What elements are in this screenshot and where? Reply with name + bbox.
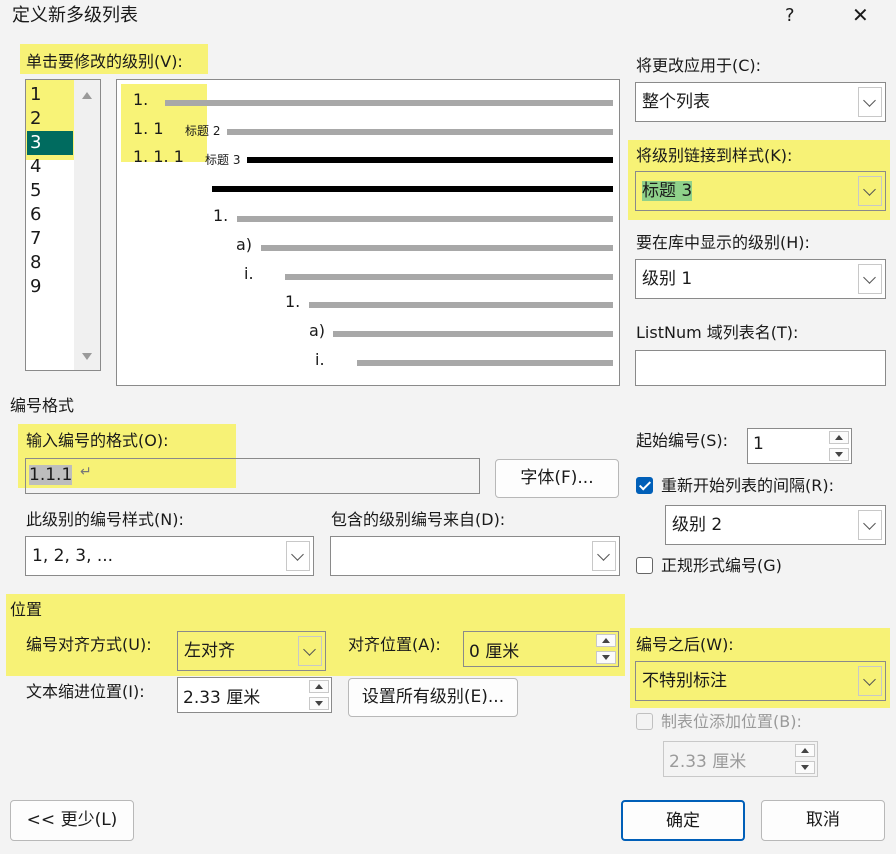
preview-number: i.	[244, 264, 254, 283]
indent-label: 文本缩进位置(I):	[26, 682, 145, 701]
apply-to-label: 将更改应用于(C):	[636, 56, 762, 75]
chevron-down-icon[interactable]	[858, 666, 882, 696]
spin-down-icon[interactable]	[596, 651, 616, 664]
format-label: 输入编号的格式(O):	[26, 431, 169, 450]
gallery-level-label: 要在库中显示的级别(H):	[636, 233, 810, 252]
level-item[interactable]: 5	[30, 179, 41, 203]
number-style-select[interactable]: 1, 2, 3, ...	[25, 536, 314, 576]
link-style-label: 将级别链接到样式(K):	[636, 146, 793, 165]
chevron-down-icon[interactable]	[858, 510, 882, 540]
align-at-spinner[interactable]: 0 厘米	[463, 631, 619, 667]
help-icon[interactable]: ?	[785, 6, 795, 26]
preview-style: 标题 2	[185, 124, 221, 138]
preview-number: i.	[315, 350, 325, 369]
align-at-label: 对齐位置(A):	[348, 635, 441, 654]
chevron-down-icon[interactable]	[858, 87, 882, 117]
preview-line-selected	[212, 186, 613, 192]
number-style-label: 此级别的编号样式(N):	[26, 510, 184, 529]
level-item[interactable]: 7	[30, 227, 41, 251]
preview-number: 1.	[213, 206, 229, 225]
preview-line	[357, 360, 613, 366]
level-scrollbar[interactable]	[74, 80, 100, 370]
preview-number: a)	[236, 235, 253, 254]
preview-number: 1.	[133, 90, 149, 109]
align-label: 编号对齐方式(U):	[26, 635, 152, 654]
listnum-label: ListNum 域列表名(T):	[636, 323, 799, 342]
spin-up-icon[interactable]	[795, 744, 815, 757]
preview-number: 1. 1. 1	[133, 147, 184, 166]
spin-down-icon[interactable]	[309, 697, 329, 710]
level-item[interactable]: 2	[30, 107, 41, 131]
chevron-down-icon[interactable]	[298, 636, 322, 666]
spin-up-icon[interactable]	[829, 431, 849, 444]
preview-line-selected	[247, 157, 613, 163]
spin-down-icon[interactable]	[829, 448, 849, 461]
less-button[interactable]: << 更少(L)	[10, 800, 134, 841]
set-all-levels-button[interactable]: 设置所有级别(E)...	[348, 678, 518, 717]
restart-checkbox[interactable]	[636, 477, 653, 494]
chevron-down-icon[interactable]	[286, 541, 310, 571]
preview-number: 1. 1	[133, 119, 164, 138]
start-at-label: 起始编号(S):	[636, 431, 729, 450]
preview-line	[165, 100, 613, 106]
close-icon[interactable]: ✕	[852, 5, 869, 25]
chevron-down-icon[interactable]	[858, 176, 882, 206]
tab-stop-label: 制表位添加位置(B):	[661, 712, 802, 731]
format-input[interactable]: 1.1.1 ↵	[25, 458, 480, 494]
level-item-selected[interactable]: 3	[30, 131, 41, 155]
follow-label: 编号之后(W):	[636, 635, 734, 654]
preview-line	[261, 245, 613, 251]
follow-select[interactable]: 不特别标注	[635, 661, 886, 701]
level-list-label: 单击要修改的级别(V):	[26, 52, 183, 71]
preview-pane: 1. 1. 1 标题 2 1. 1. 1 标题 3 1. a) i. 1. a)…	[116, 79, 620, 386]
gallery-level-select[interactable]: 级别 1	[635, 259, 886, 299]
apply-to-select[interactable]: 整个列表	[635, 82, 886, 122]
preview-number: 1.	[285, 292, 301, 311]
scroll-down-icon[interactable]	[82, 353, 92, 360]
level-listbox[interactable]: 1 2 3 4 5 6 7 8 9	[25, 79, 101, 371]
start-at-spinner[interactable]: 1	[747, 428, 852, 464]
indent-spinner[interactable]: 2.33 厘米	[177, 677, 332, 713]
spin-down-icon[interactable]	[795, 761, 815, 774]
preview-line	[333, 331, 613, 337]
preview-style: 标题 3	[205, 153, 241, 167]
restart-level-select[interactable]: 级别 2	[665, 505, 886, 545]
cancel-button[interactable]: 取消	[761, 800, 885, 841]
spin-up-icon[interactable]	[596, 634, 616, 647]
include-level-select[interactable]	[330, 536, 620, 576]
font-button[interactable]: 字体(F)...	[495, 459, 619, 498]
listnum-input[interactable]	[635, 350, 886, 386]
preview-line	[237, 216, 613, 222]
paragraph-mark-icon: ↵	[80, 464, 92, 480]
level-item[interactable]: 4	[30, 155, 41, 179]
level-item[interactable]: 1	[30, 83, 41, 107]
preview-number: a)	[309, 321, 326, 340]
legal-style-label: 正规形式编号(G)	[661, 556, 782, 575]
preview-line	[227, 129, 613, 135]
spin-up-icon[interactable]	[309, 680, 329, 693]
dialog-title: 定义新多级列表	[12, 5, 138, 26]
chevron-down-icon[interactable]	[592, 541, 616, 571]
preview-line	[285, 274, 613, 280]
scroll-up-icon[interactable]	[82, 92, 92, 99]
preview-line	[309, 302, 613, 308]
align-select[interactable]: 左对齐	[177, 631, 326, 671]
link-style-select[interactable]: 标题 3	[635, 171, 886, 211]
section-position: 位置	[10, 600, 43, 619]
ok-button[interactable]: 确定	[621, 800, 745, 841]
define-multilevel-list-dialog: 定义新多级列表 ? ✕ 单击要修改的级别(V): 1 2 3 4 5 6 7 8…	[0, 0, 896, 854]
include-level-label: 包含的级别编号来自(D):	[331, 510, 506, 529]
legal-style-checkbox[interactable]	[636, 557, 653, 574]
tab-stop-checkbox[interactable]	[636, 713, 653, 730]
restart-label: 重新开始列表的间隔(R):	[661, 476, 834, 495]
chevron-down-icon[interactable]	[858, 264, 882, 294]
level-item[interactable]: 8	[30, 251, 41, 275]
level-item[interactable]: 6	[30, 203, 41, 227]
section-number-format: 编号格式	[10, 396, 75, 415]
level-item[interactable]: 9	[30, 275, 41, 299]
tab-stop-spinner[interactable]: 2.33 厘米	[663, 741, 818, 777]
